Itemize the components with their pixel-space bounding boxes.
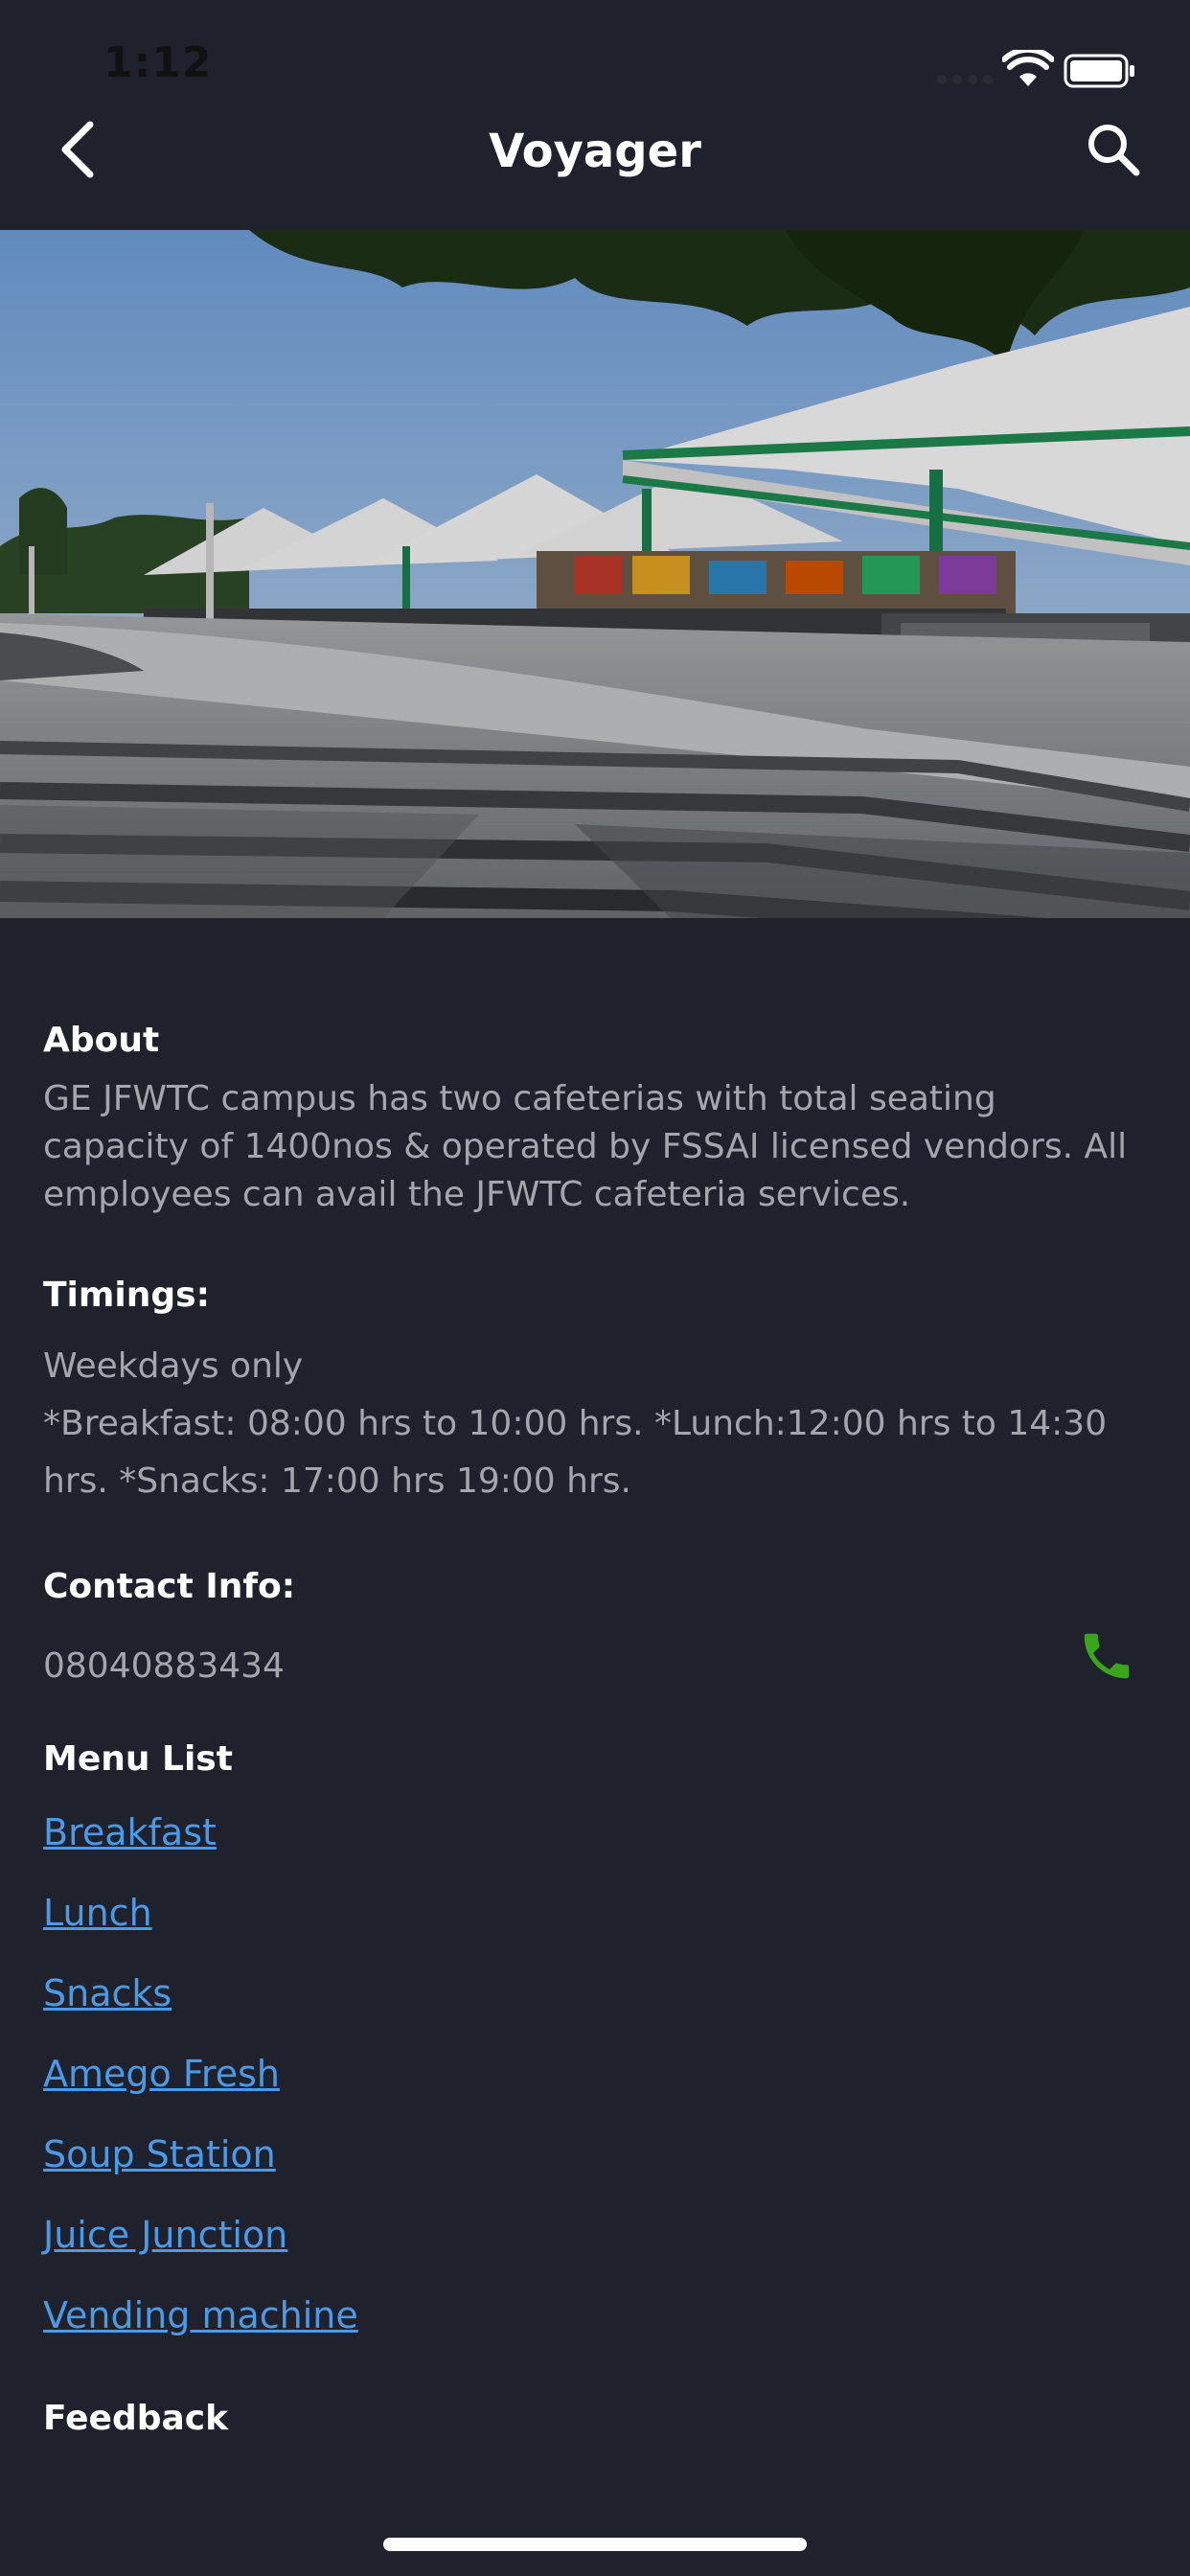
about-heading: About [43, 1021, 160, 1060]
about-text: GE JFWTC campus has two cafeterias with … [43, 1079, 1128, 1214]
menu-link-lunch[interactable]: Lunch [43, 1873, 1145, 1953]
menu-link-breakfast[interactable]: Breakfast [43, 1792, 1145, 1873]
home-indicator [383, 2538, 807, 2551]
search-icon [1088, 125, 1140, 176]
detail-content: About GE JFWTC campus has two cafeterias… [43, 1016, 1145, 2444]
menu-link-snacks[interactable]: Snacks [43, 1953, 1145, 2034]
cafeteria-photo [0, 230, 1190, 918]
page-title: Voyager [489, 125, 701, 178]
battery-icon [1064, 54, 1134, 88]
cellular-signal-icon [937, 75, 993, 84]
call-button[interactable] [1068, 1618, 1145, 1694]
contact-heading: Contact Info: [43, 1567, 296, 1606]
menu-link-vending-machine[interactable]: Vending machine [43, 2275, 1145, 2356]
menu-list: Breakfast Lunch Snacks Amego Fresh Soup … [43, 1792, 1145, 2356]
status-time: 1:12 [103, 38, 213, 87]
wifi-icon [1002, 50, 1054, 86]
menu-heading: Menu List [43, 1739, 233, 1779]
search-button[interactable] [1075, 111, 1152, 188]
phone-number: 08040883434 [43, 1646, 285, 1686]
menu-link-juice-junction[interactable]: Juice Junction [43, 2195, 1145, 2275]
timings-heading: Timings: [43, 1276, 210, 1315]
timings-text: Weekdays only *Breakfast: 08:00 hrs to 1… [43, 1346, 1108, 1501]
menu-link-amego-fresh[interactable]: Amego Fresh [43, 2034, 1145, 2114]
status-bar: 1:12 [0, 0, 1190, 105]
nav-bar: Voyager [0, 105, 1190, 230]
feedback-heading: Feedback [43, 2399, 229, 2438]
phone-icon [1084, 1633, 1130, 1679]
menu-link-soup-station[interactable]: Soup Station [43, 2114, 1145, 2195]
contact-row: 08040883434 [43, 1633, 1145, 1700]
